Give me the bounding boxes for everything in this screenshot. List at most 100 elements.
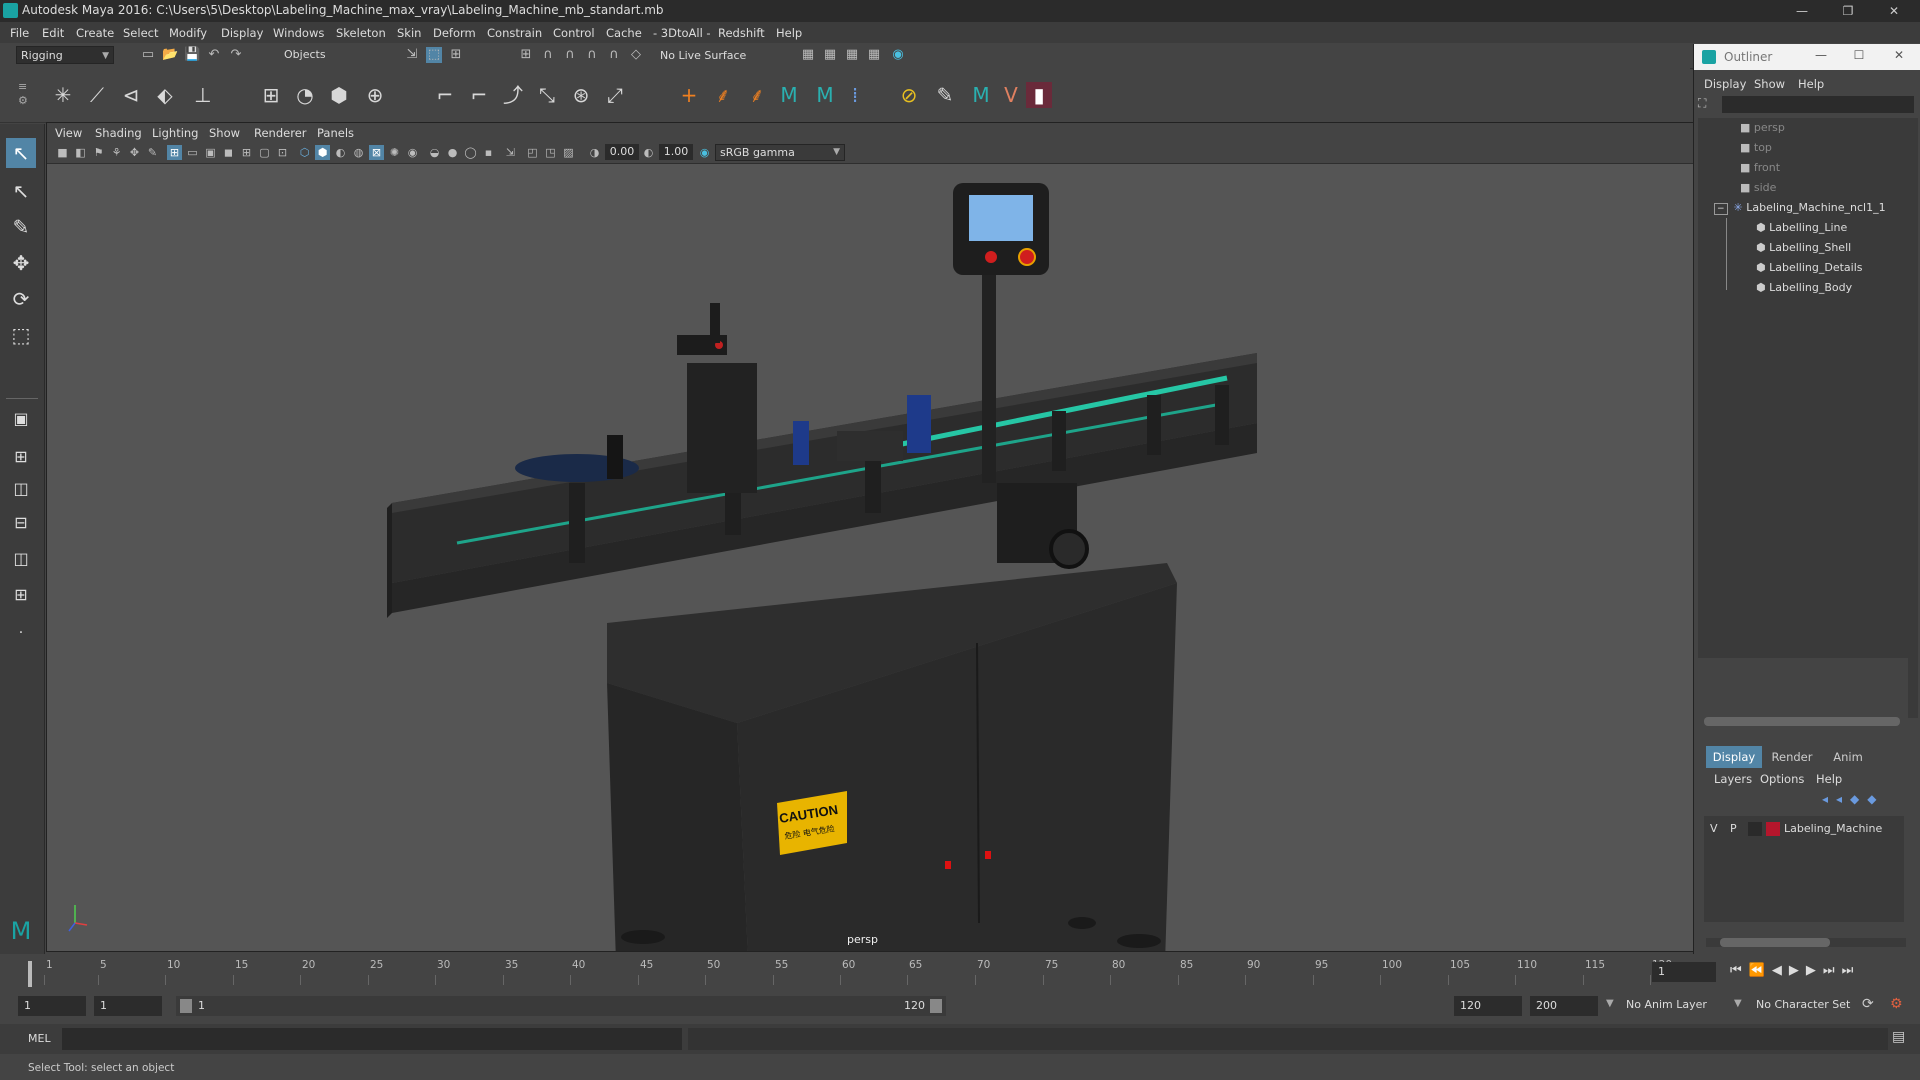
resolution-gate-icon[interactable]: ▣ — [203, 145, 218, 160]
brush-icon[interactable]: ✎ — [932, 82, 958, 108]
cluster-icon[interactable]: ⊞ — [258, 82, 284, 108]
persp-outliner-icon[interactable]: ◫ — [6, 544, 36, 574]
layer-color-swatch[interactable] — [1766, 822, 1780, 836]
current-time-marker[interactable] — [28, 961, 32, 987]
smooth-shade-icon[interactable]: ⬢ — [315, 145, 330, 160]
tab-render[interactable]: Render — [1764, 746, 1820, 768]
gate-mask-icon[interactable]: ◼ — [221, 145, 236, 160]
tab-anim[interactable]: Anim — [1820, 746, 1876, 768]
outliner-maximize-button[interactable]: ☐ — [1844, 48, 1874, 62]
gamma-icon[interactable]: ◐ — [641, 145, 656, 160]
tab-display[interactable]: Display — [1706, 746, 1762, 768]
textured-icon[interactable]: ◍ — [351, 145, 366, 160]
outliner-item[interactable]: ■ persp — [1740, 118, 1920, 138]
menu-modify[interactable]: Modify — [169, 26, 207, 40]
safe-title-icon[interactable]: ⊡ — [275, 145, 290, 160]
vp-menu-view[interactable]: View — [55, 126, 82, 140]
scale-tool-icon[interactable]: ⬚ — [6, 320, 36, 350]
chart-icon[interactable]: ▮ — [1026, 82, 1052, 108]
anim-layer-dropdown[interactable]: No Anim Layer — [1626, 998, 1707, 1011]
view-transform-dropdown[interactable]: sRGB gamma ▼ — [715, 144, 845, 161]
open-scene-icon[interactable]: 📂 — [162, 47, 178, 63]
save-scene-icon[interactable]: 💾 — [184, 47, 200, 63]
playback-end-field[interactable]: 120 — [1454, 996, 1522, 1016]
auto-key-icon[interactable]: ⟳ — [1862, 996, 1874, 1012]
layer-action-icons[interactable]: ◂◂◆◆ — [1822, 792, 1885, 806]
vp-menu-show[interactable]: Show — [209, 126, 240, 140]
snap-surface-icon[interactable]: ∩ — [606, 47, 622, 63]
menu-create[interactable]: Create — [76, 26, 114, 40]
xray-components-icon[interactable]: ▨ — [561, 145, 576, 160]
range-slider-handle-end[interactable] — [930, 999, 942, 1013]
snap-grid-icon[interactable]: ⊞ — [518, 47, 534, 63]
range-slider-handle-start[interactable] — [180, 999, 192, 1013]
joint-tool-icon[interactable]: ✳ — [50, 82, 76, 108]
script-editor-icon[interactable]: ▤ — [1892, 1029, 1905, 1045]
snap-curve-icon[interactable]: ∩ — [540, 47, 556, 63]
exposure-icon[interactable]: ◑ — [587, 145, 602, 160]
detach-skin-icon[interactable]: ⊛ — [568, 82, 594, 108]
menu-windows[interactable]: Windows — [273, 26, 324, 40]
layers-menu-help[interactable]: Help — [1816, 772, 1842, 786]
chevron-down-icon[interactable]: ▼ — [1734, 998, 1742, 1009]
single-view-icon[interactable]: ▣ — [6, 404, 36, 434]
isolate-select-icon[interactable]: ⇲ — [503, 145, 518, 160]
chevron-down-icon[interactable]: ▼ — [1606, 998, 1614, 1009]
outliner-hscroll-thumb[interactable] — [1704, 717, 1900, 726]
xray-icon[interactable]: ◰ — [525, 145, 540, 160]
mirror-joint-icon[interactable]: ⬖ — [152, 82, 178, 108]
motion-blur-icon[interactable]: ● — [445, 145, 460, 160]
snap-view-icon[interactable]: ∩ — [584, 47, 600, 63]
vp-menu-renderer[interactable]: Renderer — [254, 126, 307, 140]
outliner-menu-help[interactable]: Help — [1798, 77, 1824, 91]
redo-icon[interactable]: ↷ — [228, 47, 244, 63]
menu-control[interactable]: Control — [553, 26, 595, 40]
collapse-icon[interactable]: − — [1714, 203, 1728, 215]
select-hierarchy-icon[interactable]: ⇲ — [404, 47, 420, 63]
rotate-tool-icon[interactable]: ⟳ — [6, 284, 36, 314]
field-chart-icon[interactable]: ⊞ — [239, 145, 254, 160]
menu-select[interactable]: Select — [123, 26, 158, 40]
bind-skin-icon[interactable]: ⌐ — [432, 82, 458, 108]
shelf-menu-icon[interactable]: ≡ ⚙ — [18, 80, 36, 110]
menu-edit[interactable]: Edit — [42, 26, 64, 40]
hypershade-icon[interactable]: ◉ — [890, 47, 906, 63]
hypershade-layout-icon[interactable]: ⊞ — [6, 580, 36, 610]
undo-icon[interactable]: ↶ — [206, 47, 222, 63]
select-object-icon[interactable]: ⬚ — [426, 47, 442, 63]
outliner-item[interactable]: ⬢ Labelling_Body — [1756, 278, 1920, 298]
paint-select-icon[interactable]: ✎ — [6, 212, 36, 242]
menuset-dropdown[interactable]: Rigging ▼ — [16, 46, 114, 64]
range-slider[interactable]: 1 120 — [176, 996, 946, 1016]
screen-space-ao-icon[interactable]: ◒ — [427, 145, 442, 160]
scripts-icon[interactable]: ⁞ — [842, 82, 868, 108]
maya-m2-icon[interactable]: M — [812, 82, 838, 108]
restore-button[interactable]: ❐ — [1828, 2, 1868, 20]
vp-menu-panels[interactable]: Panels — [317, 126, 354, 140]
animation-start-field[interactable]: 1 — [18, 996, 86, 1016]
playback-start-field[interactable]: 1 — [94, 996, 162, 1016]
lattice-icon[interactable]: ◔ — [292, 82, 318, 108]
ik-handle-icon[interactable]: ⟋ — [84, 82, 110, 108]
menu-help[interactable]: Help — [776, 26, 802, 40]
outliner-item[interactable]: ⬢ Labelling_Details — [1756, 258, 1920, 278]
vray-icon[interactable]: V — [998, 82, 1024, 108]
vp-menu-lighting[interactable]: Lighting — [152, 126, 198, 140]
layer-name[interactable]: Labeling_Machine — [1784, 822, 1882, 835]
vp-menu-shading[interactable]: Shading — [95, 126, 142, 140]
wireframe-on-shaded-icon[interactable]: ◐ — [333, 145, 348, 160]
blend-shape-icon[interactable]: ⊕ — [362, 82, 388, 108]
menu-skin[interactable]: Skin — [397, 26, 421, 40]
layer-row[interactable]: V P Labeling_Machine — [1704, 820, 1904, 838]
gamma-field[interactable]: 1.00 — [659, 144, 693, 160]
layers-menu-layers[interactable]: Layers — [1714, 772, 1752, 786]
live-surface-label[interactable]: No Live Surface — [660, 49, 746, 62]
outliner-close-button[interactable]: ✕ — [1884, 48, 1914, 62]
constraint-aim-icon[interactable]: ⸙ — [744, 82, 770, 108]
ik-spline-icon[interactable]: ⊲ — [118, 82, 144, 108]
outliner-item[interactable]: ■ front — [1740, 158, 1920, 178]
ipr-render-icon[interactable]: ▦ — [866, 47, 882, 63]
maya-m3-icon[interactable]: M — [968, 82, 994, 108]
selection-mode-dropdown[interactable]: Objects — [280, 46, 380, 64]
menu-file[interactable]: File — [10, 26, 29, 40]
